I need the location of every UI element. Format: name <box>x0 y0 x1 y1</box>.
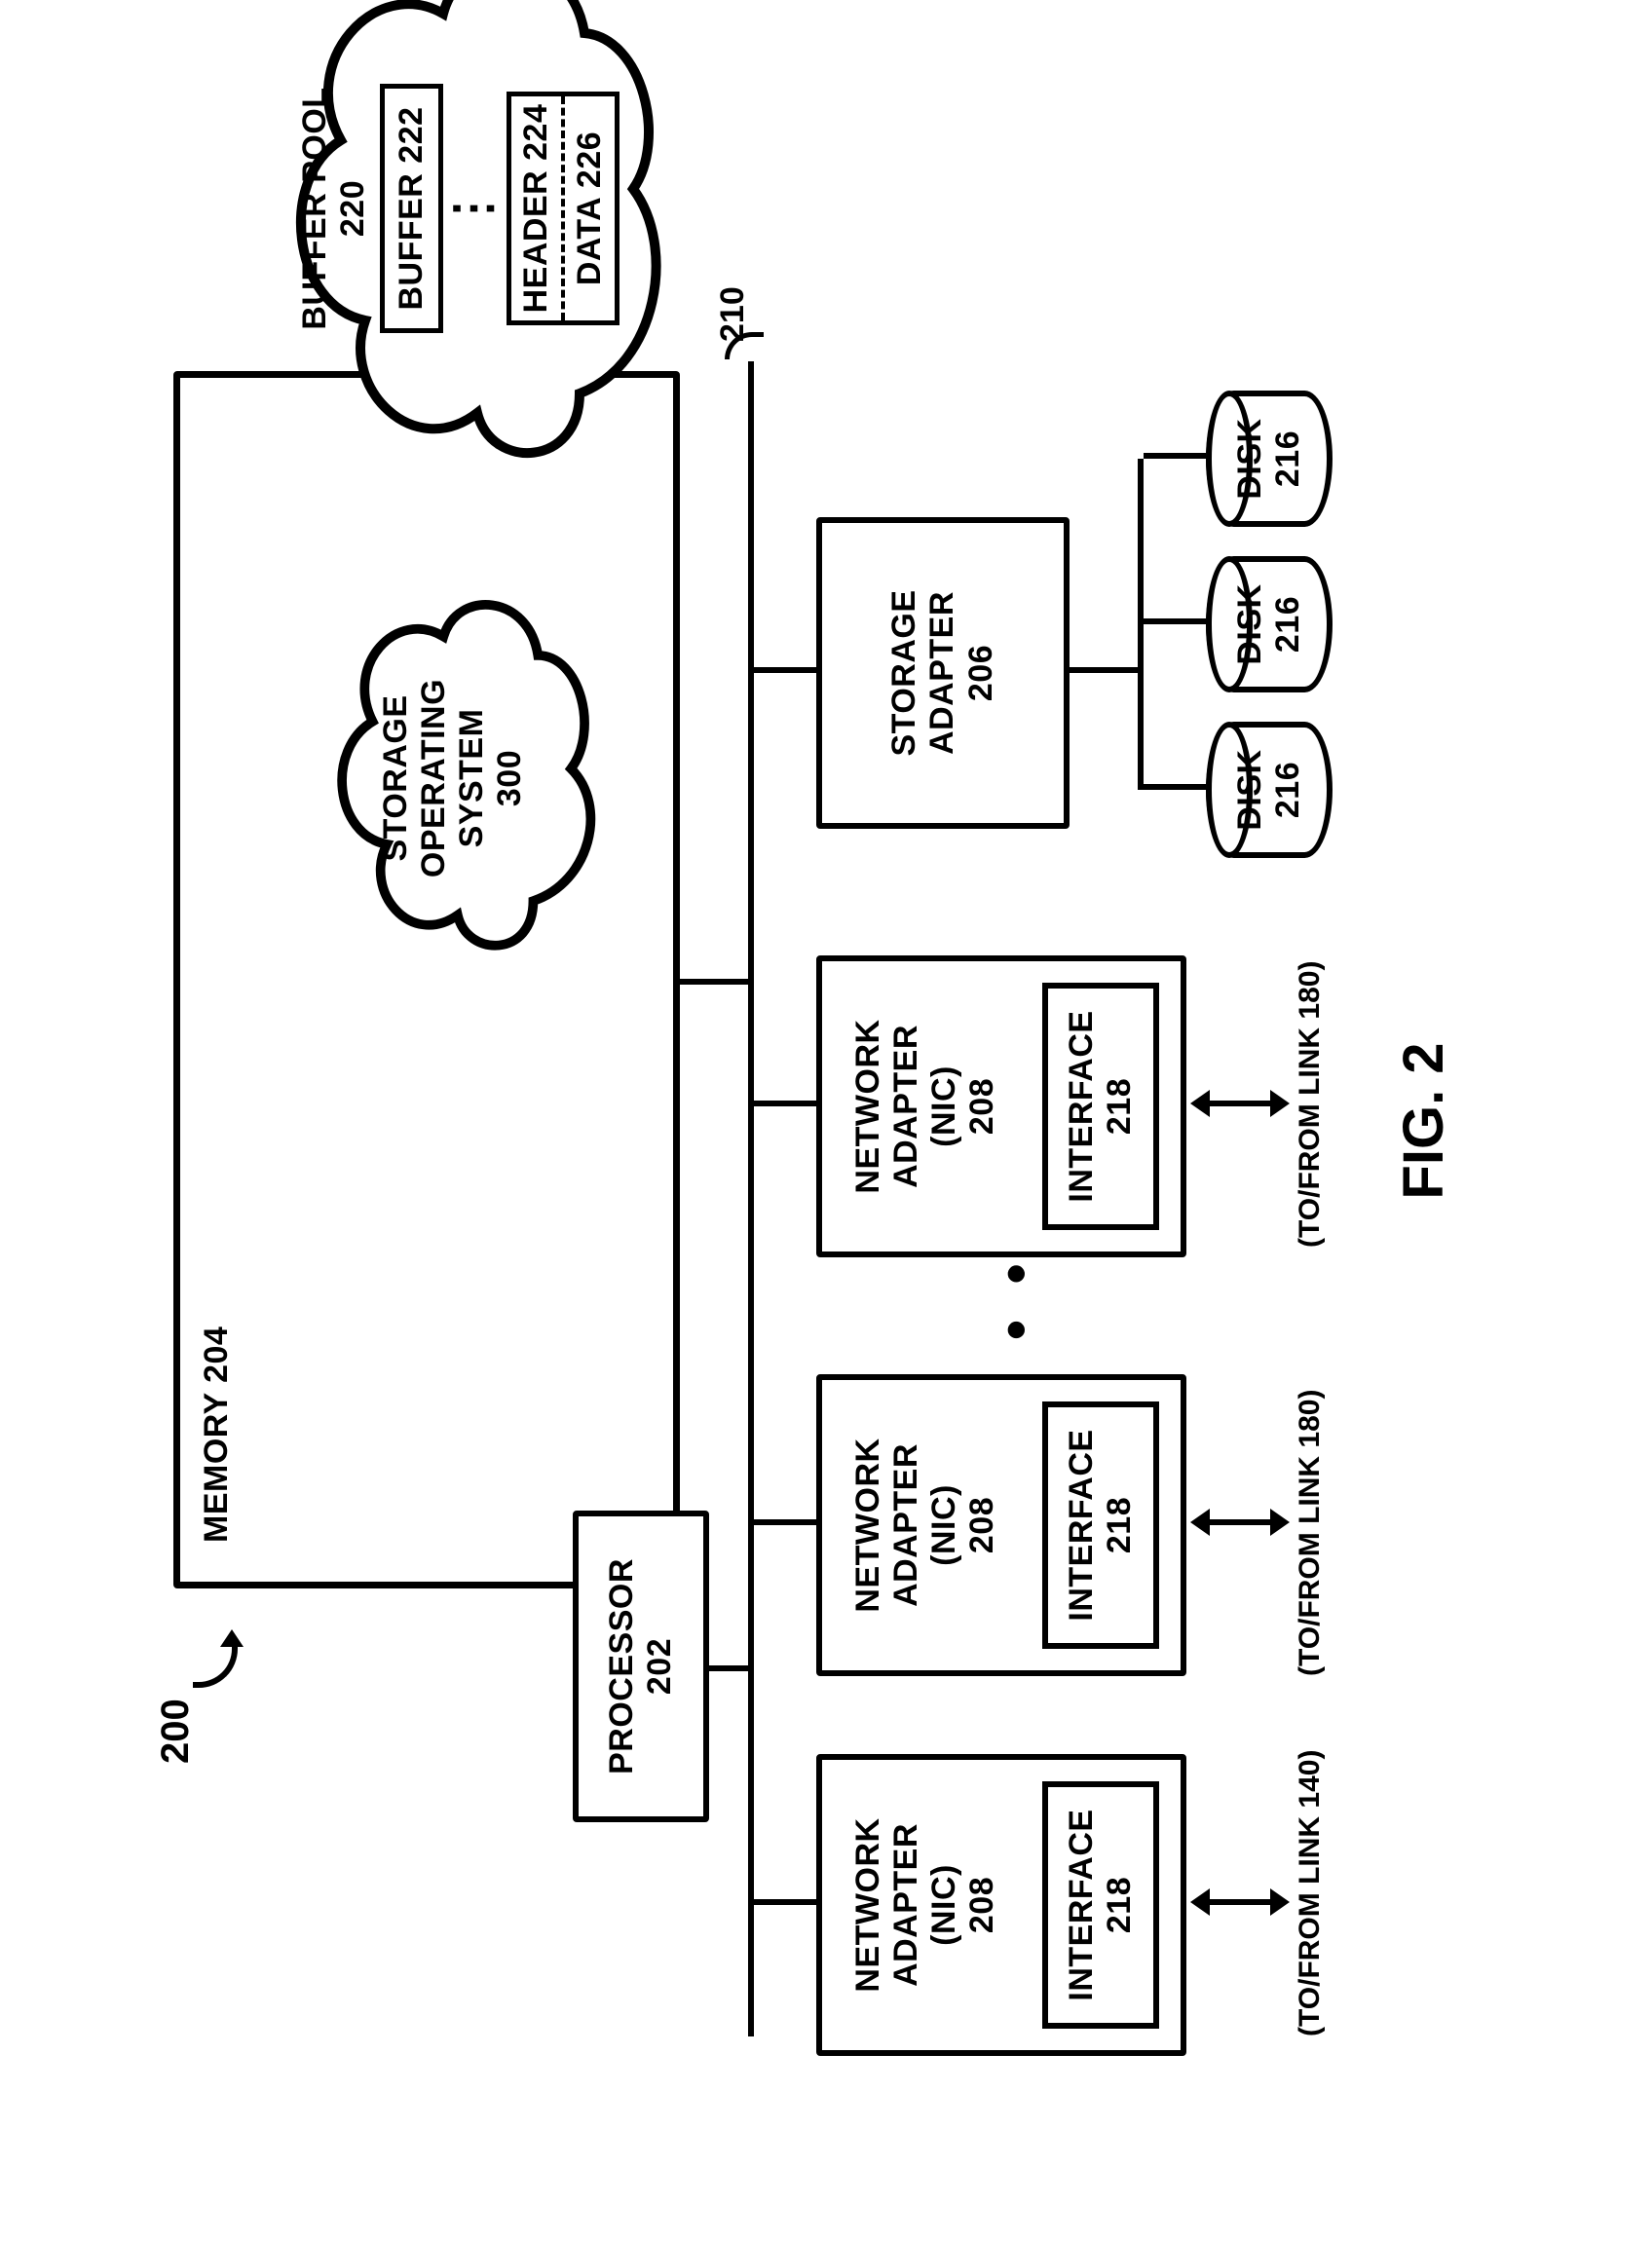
disk-icon: DISK 216 <box>1206 556 1333 692</box>
interface-block: INTERFACE 218 <box>1042 1401 1159 1649</box>
disk-icon: DISK 216 <box>1206 391 1333 527</box>
processor-l1: PROCESSOR <box>603 1558 641 1774</box>
nic-l1: NETWORK <box>849 1019 887 1193</box>
nic-l1: NETWORK <box>849 1817 887 1992</box>
disk-bus <box>1144 618 1206 624</box>
diagram-page: 200 MEMORY 204 STORAGE OPERATING SYSTEM … <box>144 147 1508 2095</box>
sos-l1: STORAGE <box>377 694 415 861</box>
nic-l2: ADAPTER <box>887 1443 925 1607</box>
data-226: DATA 226 <box>561 96 615 320</box>
iface-l2: 218 <box>1101 1809 1139 2000</box>
nic-l2: ADAPTER <box>887 1823 925 1987</box>
interface-block: INTERFACE 218 <box>1042 983 1159 1230</box>
nic-l2: ADAPTER <box>887 1025 925 1188</box>
sos-l3: SYSTEM <box>453 708 491 847</box>
buffer-ellipsis: ⋮ <box>461 184 485 233</box>
stor-l1: STORAGE <box>885 589 923 756</box>
iface-l1: INTERFACE <box>1063 1809 1101 2000</box>
nic-block: NETWORK ADAPTER (NIC) 208 INTERFACE 218 <box>816 1374 1186 1676</box>
bus-stub <box>754 667 816 673</box>
nic-l4: 208 <box>963 1077 1001 1134</box>
memory-title: MEMORY 204 <box>198 1326 236 1542</box>
bus-ref-210: 210 <box>714 286 752 342</box>
disk-l1: DISK <box>1231 418 1269 499</box>
processor-l2: 202 <box>641 1637 679 1694</box>
nic-l4: 208 <box>963 1876 1001 1932</box>
nic-l3: (NIC) <box>925 1065 963 1147</box>
system-bus <box>748 361 754 2036</box>
buffer-222-detail: HEADER 224 DATA 226 <box>507 92 620 325</box>
disk-icon: DISK 216 <box>1206 722 1333 858</box>
nic-l3: (NIC) <box>925 1864 963 1946</box>
iface-l2: 218 <box>1101 1010 1139 1202</box>
buffer-222: BUFFER 222 <box>380 84 443 332</box>
storage-os-cloud: STORAGE OPERATING SYSTEM 300 <box>297 588 609 968</box>
stor-l3: 206 <box>962 644 1000 700</box>
stor-l2: ADAPTER <box>923 591 961 755</box>
header-224: HEADER 224 <box>511 96 561 320</box>
bus-stub <box>680 979 748 985</box>
bp-title2: 220 <box>334 179 372 236</box>
double-arrow-icon <box>1206 1899 1274 1905</box>
nic-l4: 208 <box>963 1496 1001 1552</box>
double-arrow-icon <box>1206 1101 1274 1106</box>
bp-title1: BUFFER POOL <box>296 87 334 329</box>
double-arrow-icon <box>1206 1519 1274 1525</box>
memory-block: MEMORY 204 STORAGE OPERATING SYSTEM 300 … <box>173 371 680 1588</box>
disk-l1: DISK <box>1231 749 1269 830</box>
link-label-140: (TO/FROM LINK 140) <box>1294 1749 1327 2036</box>
disk-l1: DISK <box>1231 583 1269 664</box>
interface-block: INTERFACE 218 <box>1042 1781 1159 2029</box>
disk-l2: 216 <box>1269 583 1307 664</box>
sos-l4: 300 <box>491 749 529 805</box>
disk-l2: 216 <box>1269 749 1307 830</box>
link-label-180: (TO/FROM LINK 180) <box>1294 960 1327 1247</box>
buffer-pool-cloud: BUFFER POOL 220 BUFFER 222 ⋮ HEADER 224 … <box>248 0 677 481</box>
nic-block: NETWORK ADAPTER (NIC) 208 INTERFACE 218 <box>816 955 1186 1257</box>
bus-stub <box>709 1665 748 1671</box>
iface-l1: INTERFACE <box>1063 1010 1101 1202</box>
bus-stub <box>754 1519 816 1525</box>
disk-bus <box>1070 667 1138 673</box>
nic-l1: NETWORK <box>849 1438 887 1612</box>
nic-l3: (NIC) <box>925 1484 963 1566</box>
processor-block: PROCESSOR 202 <box>573 1511 709 1822</box>
disk-bus <box>1144 453 1206 459</box>
figure-caption: FIG. 2 <box>1391 147 1456 2095</box>
figure-ref-200: 200 <box>154 1699 198 1764</box>
bus-stub <box>754 1101 816 1106</box>
iface-l2: 218 <box>1101 1429 1139 1621</box>
iface-l1: INTERFACE <box>1063 1429 1101 1621</box>
storage-adapter-block: STORAGE ADAPTER 206 <box>816 517 1070 829</box>
figure-ref-arrow <box>193 1643 238 1688</box>
nic-block: NETWORK ADAPTER (NIC) 208 INTERFACE 218 <box>816 1754 1186 2056</box>
link-label-180: (TO/FROM LINK 180) <box>1294 1389 1327 1675</box>
disk-bus <box>1144 784 1206 790</box>
sos-l2: OPERATING <box>415 678 453 877</box>
bus-stub <box>754 1899 816 1905</box>
disk-l2: 216 <box>1269 418 1307 499</box>
